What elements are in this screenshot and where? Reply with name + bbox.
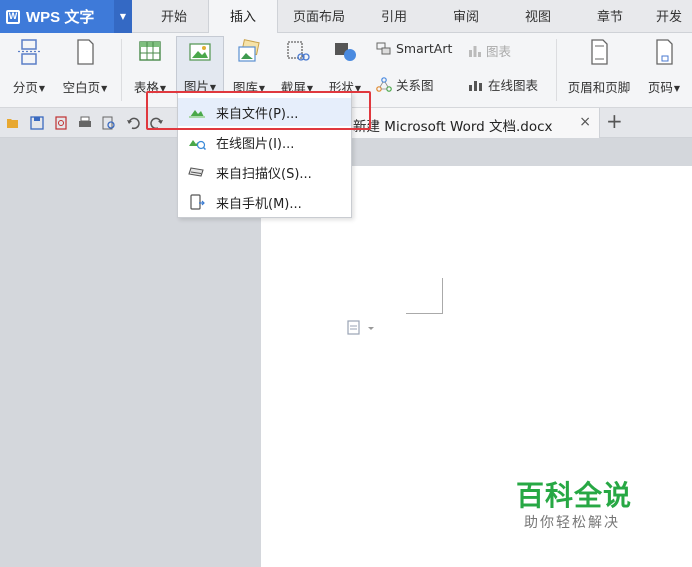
tab-section[interactable]: 章节 — [572, 0, 648, 33]
screenshot-button[interactable]: 截屏▼ — [274, 37, 320, 95]
chart-button[interactable]: 图表 — [468, 41, 511, 60]
table-button[interactable]: 表格▼ — [128, 37, 172, 95]
watermark-title: 百科全说 — [516, 479, 633, 512]
page-break-button[interactable]: 分页▼ — [6, 37, 52, 95]
menu-item-label: 来自扫描仪(S)... — [216, 166, 312, 182]
tab-developer[interactable]: 开发 — [648, 0, 692, 33]
ribbon-tabs: 开始 插入 页面布局 引用 审阅 视图 章节 开发 — [140, 0, 692, 33]
table-icon — [139, 41, 161, 61]
watermark-subtitle: 助你轻松解决 — [524, 515, 620, 531]
chart-label: 图表 — [486, 44, 512, 59]
smartart-label: SmartArt — [396, 41, 453, 56]
app-menu-button[interactable]: W WPS 文字 — [0, 0, 114, 33]
redo-icon[interactable] — [150, 116, 164, 130]
image-file-icon — [189, 110, 205, 118]
wps-writer-icon: W — [6, 9, 20, 24]
app-name: WPS 文字 — [26, 9, 95, 26]
menu-item-label: 来自手机(M)... — [216, 196, 302, 212]
menu-item-from-scanner[interactable]: 来自扫描仪(S)... — [178, 158, 351, 186]
picture-dropdown-menu: 来自文件(P)... 在线图片(I)... 来自扫描仪(S)... 来自手机(M… — [177, 92, 352, 218]
picture-button[interactable]: 图片▼ — [176, 36, 224, 94]
tab-review[interactable]: 审阅 — [428, 0, 504, 33]
header-footer-icon — [591, 39, 608, 65]
page-number-button[interactable]: 页码▼ — [640, 37, 688, 95]
smartart-button[interactable]: SmartArt — [376, 41, 452, 56]
chart-icon — [469, 45, 481, 57]
open-folder-icon[interactable] — [6, 116, 20, 130]
phone-icon — [190, 194, 205, 210]
scissors-icon — [287, 41, 310, 61]
online-chart-icon — [469, 80, 482, 91]
ribbon-separator — [556, 39, 557, 101]
new-tab-button[interactable]: + — [606, 109, 623, 133]
smartart-icon — [376, 42, 391, 54]
menu-item-from-phone[interactable]: 来自手机(M)... — [178, 188, 351, 216]
tab-view[interactable]: 视图 — [504, 0, 572, 33]
page-margin-corner-mark — [406, 278, 443, 314]
ribbon-separator — [121, 39, 122, 101]
relation-chart-icon — [376, 76, 392, 92]
page-break-icon — [18, 39, 40, 65]
tab-page-layout[interactable]: 页面布局 — [278, 0, 360, 33]
title-tab-bar: W WPS 文字 ▼ 开始 插入 页面布局 引用 审阅 视图 章节 开发 — [0, 0, 692, 33]
blank-page-label: 空白页 — [62, 80, 101, 95]
menu-item-from-file[interactable]: 来自文件(P)... — [178, 98, 351, 126]
tab-home[interactable]: 开始 — [140, 0, 208, 33]
export-pdf-icon[interactable] — [54, 116, 68, 130]
header-footer-label: 页眉和页脚 — [567, 80, 631, 95]
scanner-icon — [188, 167, 204, 177]
header-footer-button[interactable]: 页眉和页脚 — [562, 37, 636, 95]
tab-references[interactable]: 引用 — [360, 0, 428, 33]
page-break-label: 分页 — [12, 80, 38, 95]
online-chart-label: 在线图表 — [488, 78, 539, 93]
relation-chart-label: 关系图 — [396, 78, 434, 93]
blank-page-button[interactable]: 空白页▼ — [54, 37, 116, 95]
close-tab-icon[interactable]: × — [579, 114, 591, 130]
print-preview-icon[interactable] — [102, 116, 116, 130]
menu-item-label: 来自文件(P)... — [216, 106, 299, 122]
menu-item-online-picture[interactable]: 在线图片(I)... — [178, 128, 351, 156]
gallery-button[interactable]: 图库▼ — [228, 37, 270, 95]
menu-item-label: 在线图片(I)... — [216, 136, 295, 152]
tab-insert[interactable]: 插入 — [208, 0, 278, 33]
gallery-icon — [238, 39, 260, 62]
relation-chart-button[interactable]: 关系图 — [376, 75, 434, 94]
page-number-label: 页码 — [647, 80, 673, 95]
online-chart-button[interactable]: 在线图表 — [468, 75, 538, 94]
undo-icon[interactable] — [126, 116, 140, 130]
table-label: 表格 — [133, 80, 159, 95]
blank-page-icon — [77, 39, 94, 65]
save-icon[interactable] — [30, 116, 44, 130]
print-icon[interactable] — [78, 116, 92, 130]
shape-button[interactable]: 形状▼ — [322, 37, 368, 95]
document-tab[interactable]: 新建 Microsoft Word 文档.docx × — [340, 108, 600, 138]
document-tab-title: 新建 Microsoft Word 文档.docx — [353, 119, 553, 135]
page-number-icon — [656, 39, 673, 65]
shapes-icon — [335, 43, 356, 61]
picture-icon — [189, 43, 211, 61]
app-menu-chevron-down-icon[interactable]: ▼ — [114, 0, 132, 33]
online-image-icon — [189, 140, 206, 150]
paste-options-icon[interactable] — [346, 320, 376, 336]
